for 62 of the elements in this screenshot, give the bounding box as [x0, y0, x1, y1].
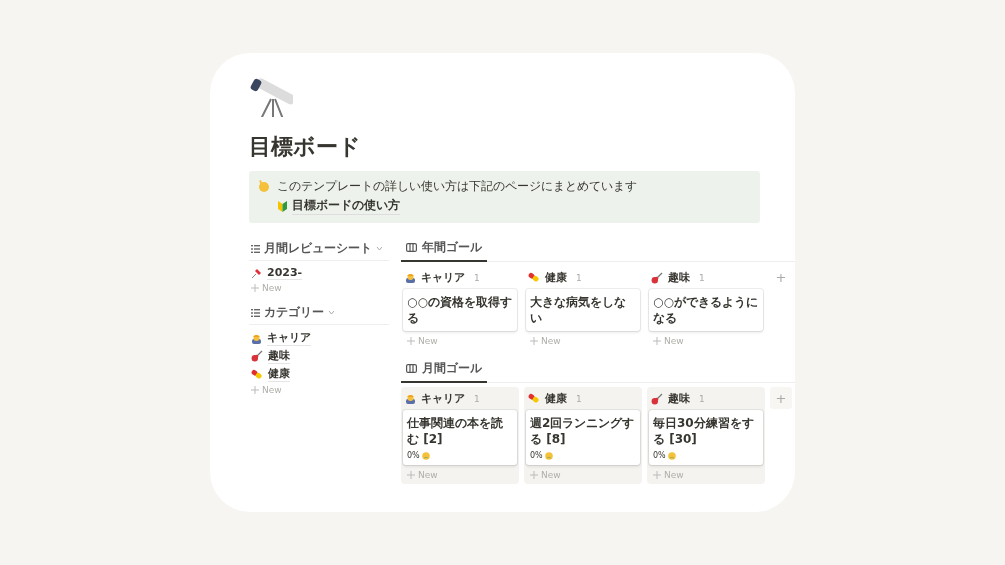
count-label: 1 [474, 272, 480, 283]
column-title: キャリア [421, 391, 465, 406]
pushpin-icon [251, 267, 262, 279]
plus-icon [251, 386, 259, 394]
list-item[interactable]: 趣味 [268, 348, 290, 364]
guitar-icon [251, 350, 263, 362]
list-icon [251, 308, 260, 317]
column-title: 健康 [545, 270, 567, 285]
progress-label: 0% [530, 451, 543, 460]
list-header[interactable]: カテゴリー [249, 301, 389, 325]
worker-icon [251, 332, 262, 344]
worker-icon [405, 272, 416, 283]
list-item[interactable]: キャリア [267, 330, 311, 346]
goal-card[interactable]: 週2回ランニングする [8] 0% [526, 410, 640, 465]
list-icon [251, 244, 260, 253]
card-title: 仕事関連の本を読む [2] [407, 415, 504, 447]
plus-icon [653, 471, 661, 479]
sad-face-icon [544, 451, 553, 460]
board-icon [406, 364, 417, 373]
list-item[interactable]: 2023- [267, 266, 303, 280]
leaf-badge-icon [277, 199, 288, 213]
goal-card[interactable]: 毎日30分練習をする [30] 0% [649, 410, 763, 465]
count-label: 1 [699, 393, 705, 404]
count-label: 1 [699, 272, 705, 283]
column-title: キャリア [421, 270, 465, 285]
progress-label: 0% [407, 451, 420, 460]
plus-icon [653, 337, 661, 345]
view-tab[interactable]: 年間ゴール [401, 237, 487, 262]
list-header[interactable]: 月間レビューシート [249, 237, 389, 261]
plus-icon [530, 471, 538, 479]
sad-face-icon [421, 451, 430, 460]
chevron-down-icon [376, 246, 383, 251]
guitar-icon [651, 271, 663, 284]
list-item[interactable]: 健康 [268, 366, 290, 382]
goal-card[interactable]: 大きな病気をしない [526, 289, 640, 331]
count-label: 1 [474, 393, 480, 404]
count-label: 1 [576, 393, 582, 404]
plus-icon [407, 337, 415, 345]
plus-icon [251, 284, 259, 292]
card-title: 大きな病気をしない [530, 294, 627, 326]
plus-icon [530, 337, 538, 345]
goal-card[interactable]: 仕事関連の本を読む [2] 0% [403, 410, 517, 465]
chevron-down-icon [328, 310, 335, 315]
page-title: 目標ボード [249, 133, 362, 161]
pill-icon [528, 272, 540, 283]
progress-label: 0% [653, 451, 666, 460]
pill-icon [251, 368, 263, 380]
card-title: 毎日30分練習をする [30] [653, 415, 755, 447]
card-title: 週2回ランニングする [8] [530, 415, 636, 447]
callout-text: このテンプレートの詳しい使い方は下記のページにまとめています [277, 179, 637, 193]
column-title: 健康 [545, 391, 567, 406]
worker-icon [405, 393, 416, 404]
guitar-icon [651, 392, 663, 405]
plus-icon [407, 471, 415, 479]
count-label: 1 [576, 272, 582, 283]
column-title: 趣味 [668, 391, 690, 406]
page-link[interactable]: 目標ボードの使い方 [292, 197, 400, 215]
view-tab[interactable]: 月間ゴール [401, 358, 487, 383]
board-icon [406, 243, 417, 252]
sad-face-icon [667, 451, 676, 460]
column-title: 趣味 [668, 270, 690, 285]
pill-icon [528, 393, 540, 404]
